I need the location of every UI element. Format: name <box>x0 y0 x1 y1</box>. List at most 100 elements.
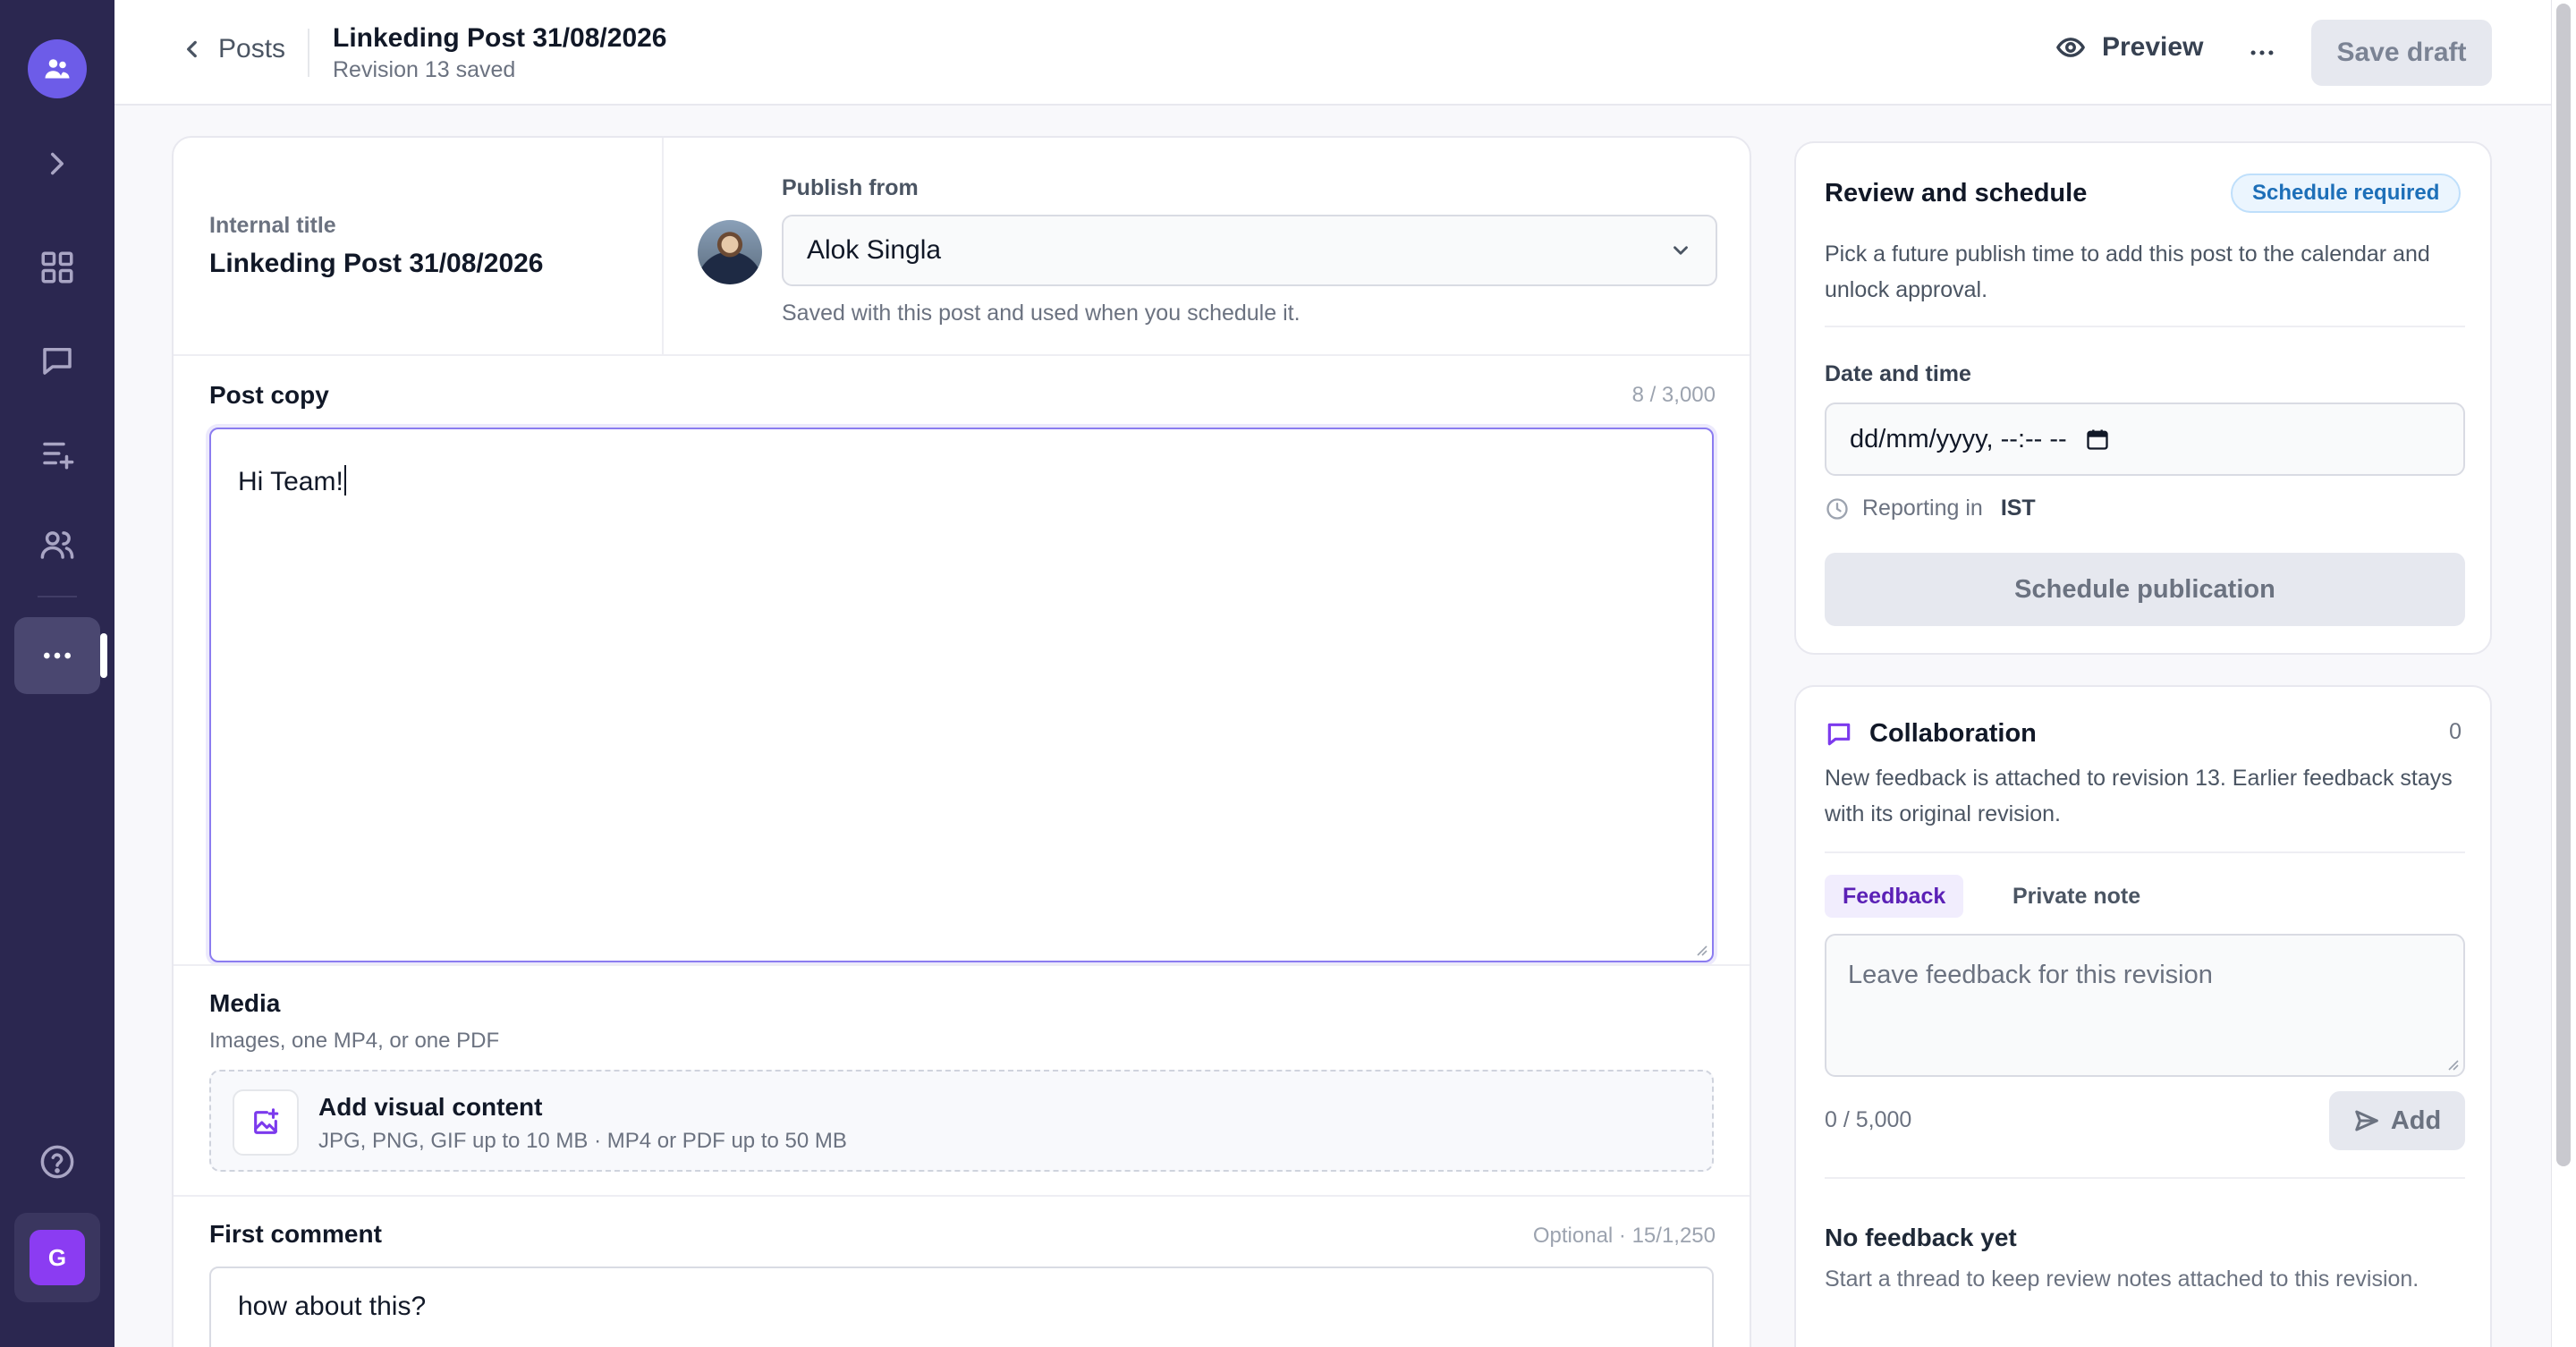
resize-handle[interactable] <box>1694 943 1708 957</box>
status-badge: Schedule required <box>2231 174 2462 213</box>
topbar: Posts Linkeding Post 31/08/2026 Revision… <box>114 0 2551 106</box>
clock-icon <box>1826 497 1848 520</box>
internal-title-value[interactable]: Linkeding Post 31/08/2026 <box>209 249 544 279</box>
chevron-down-icon <box>1674 246 1688 255</box>
tab-private-note[interactable]: Private note <box>1995 875 2158 918</box>
datetime-placeholder: dd/mm/yyyy, --:-- -- <box>1850 424 2067 453</box>
tab-feedback[interactable]: Feedback <box>1825 875 1964 918</box>
users-icon <box>45 59 70 79</box>
sidebar-expand-button[interactable] <box>0 141 114 186</box>
sidebar-divider <box>38 596 77 597</box>
more-options-button[interactable] <box>2241 32 2283 73</box>
post-copy-textarea[interactable]: Hi Team! <box>209 428 1714 962</box>
page-title: Linkeding Post 31/08/2026 <box>333 23 667 53</box>
collaboration-header: Collaboration <box>1825 719 2037 749</box>
topbar-separator <box>308 29 309 77</box>
grid-icon <box>41 251 73 284</box>
reporting-timezone: Reporting in IST <box>1825 496 2036 521</box>
review-title: Review and schedule <box>1825 179 2088 208</box>
resize-icon <box>2448 1060 2459 1071</box>
divider <box>1825 326 2465 327</box>
sidebar-item-team[interactable] <box>0 522 114 567</box>
sidebar-item-more[interactable] <box>14 617 100 694</box>
sidebar: G <box>0 0 114 1347</box>
feedback-textarea[interactable]: Leave feedback for this revision <box>1825 934 2465 1077</box>
collaboration-panel: Collaboration 0 New feedback is attached… <box>1794 685 2492 1347</box>
empty-state-title: No feedback yet <box>1825 1224 2017 1251</box>
publish-from-label: Publish from <box>782 175 919 200</box>
media-label: Media <box>209 989 281 1017</box>
chat-icon <box>43 348 72 375</box>
feedback-placeholder: Leave feedback for this revision <box>1848 961 2213 989</box>
first-comment-text: how about this? <box>238 1292 427 1321</box>
back-to-posts-link[interactable]: Posts <box>181 34 285 64</box>
more-horizontal-icon <box>2250 50 2274 55</box>
datetime-label: Date and time <box>1825 361 1971 386</box>
section-divider <box>174 354 1750 356</box>
image-add-icon <box>254 1108 279 1134</box>
reporting-prefix: Reporting in <box>1862 496 1983 521</box>
publisher-avatar <box>698 220 762 284</box>
publish-from-value: Alok Singla <box>807 235 942 265</box>
send-icon <box>2355 1110 2378 1131</box>
sidebar-item-dashboard[interactable] <box>0 245 114 290</box>
workspace-logo[interactable] <box>28 39 87 98</box>
save-draft-button[interactable]: Save draft <box>2311 20 2492 86</box>
user-avatar: G <box>30 1230 85 1285</box>
resize-icon <box>1697 945 1707 956</box>
feedback-char-count: 0 / 5,000 <box>1825 1107 1912 1132</box>
schedule-publication-button[interactable]: Schedule publication <box>1825 553 2465 626</box>
review-description: Pick a future publish time to add this p… <box>1825 241 2430 302</box>
section-divider <box>174 1195 1750 1197</box>
list-add-icon <box>43 442 74 470</box>
sidebar-item-messages[interactable] <box>0 338 114 383</box>
add-media-button[interactable] <box>233 1089 299 1156</box>
media-add-sub: JPG, PNG, GIF up to 10 MB · MP4 or PDF u… <box>318 1129 847 1153</box>
scrollbar-thumb[interactable] <box>2556 4 2571 1166</box>
revision-status: Revision 13 saved <box>333 57 516 82</box>
app: G Posts Linkeding Post 31/08/2026 Revisi… <box>0 0 2576 1347</box>
collaboration-description: New feedback is attached to revision 13.… <box>1825 766 2453 826</box>
calendar-icon[interactable] <box>2085 427 2110 452</box>
preview-label: Preview <box>2102 32 2204 62</box>
header-divider <box>662 138 664 354</box>
user-menu[interactable]: G <box>14 1213 100 1302</box>
post-editor: Internal title Linkeding Post 31/08/2026… <box>172 136 1751 1347</box>
datetime-input[interactable]: dd/mm/yyyy, --:-- -- <box>1825 402 2465 476</box>
help-button[interactable] <box>0 1139 114 1184</box>
reporting-tz: IST <box>2000 496 2036 521</box>
resize-handle[interactable] <box>2445 1057 2460 1072</box>
add-feedback-button[interactable]: Add <box>2329 1091 2465 1150</box>
publish-from-select[interactable]: Alok Singla <box>782 215 1717 286</box>
review-schedule-panel: Review and schedule Schedule required Pi… <box>1794 141 2492 655</box>
chevron-right-icon <box>51 152 64 175</box>
preview-button[interactable]: Preview <box>2055 32 2203 63</box>
divider <box>1825 851 2465 853</box>
more-horizontal-icon <box>44 652 71 659</box>
eye-icon <box>2056 38 2085 57</box>
chevron-left-icon <box>187 40 197 58</box>
sidebar-item-queue[interactable] <box>0 431 114 476</box>
post-copy-text: Hi Team! <box>238 465 346 497</box>
post-copy-label: Post copy <box>209 381 329 409</box>
media-add-title: Add visual content <box>318 1093 543 1121</box>
add-label: Add <box>2390 1106 2442 1135</box>
first-comment-count: Optional · 15/1,250 <box>1532 1224 1716 1248</box>
chat-icon <box>1827 723 1851 745</box>
collaboration-title: Collaboration <box>1869 719 2037 748</box>
feedback-count-badge: 0 <box>2449 719 2462 744</box>
active-indicator <box>100 633 107 678</box>
media-hint: Images, one MP4, or one PDF <box>209 1029 500 1053</box>
empty-state-sub: Start a thread to keep review notes atta… <box>1825 1267 2419 1292</box>
first-comment-label: First comment <box>209 1220 382 1248</box>
section-divider <box>174 964 1750 966</box>
users-icon <box>40 531 74 559</box>
divider <box>1825 1177 2465 1179</box>
first-comment-input[interactable]: how about this? <box>209 1267 1714 1347</box>
help-circle-icon <box>40 1145 74 1179</box>
media-dropzone[interactable]: Add visual content JPG, PNG, GIF up to 1… <box>209 1070 1714 1172</box>
post-copy-count: 8 / 3,000 <box>1631 383 1716 407</box>
text-caret <box>343 465 346 496</box>
internal-title-label: Internal title <box>209 213 336 238</box>
publish-from-hint: Saved with this post and used when you s… <box>782 301 1301 326</box>
